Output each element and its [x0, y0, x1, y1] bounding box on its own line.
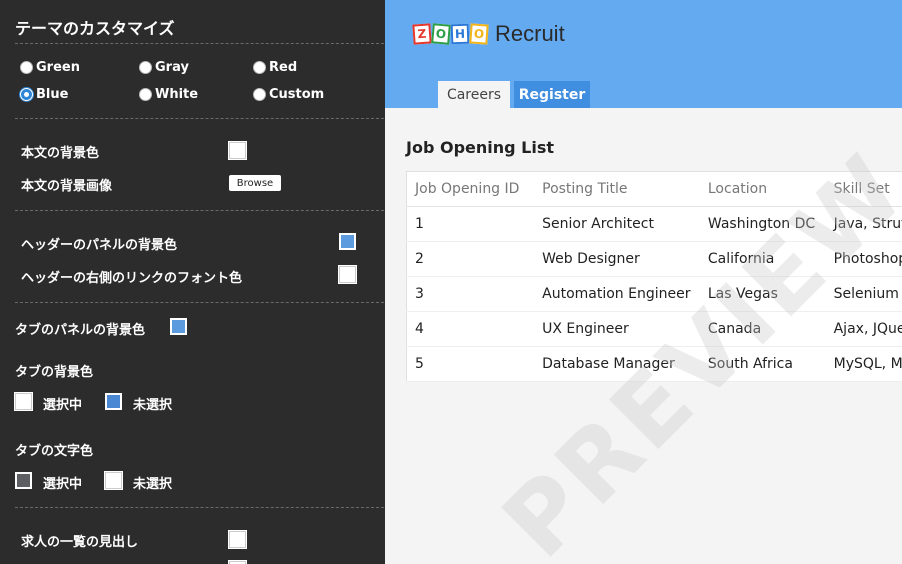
tab-text-unselected-swatch[interactable] — [104, 471, 123, 490]
table-row[interactable]: 5 Database Manager South Africa MySQL, M… — [406, 346, 902, 382]
radio-icon — [20, 61, 33, 74]
theme-radio-white[interactable]: White — [139, 87, 198, 102]
job-list-title: Job Opening List — [406, 138, 555, 157]
cell-title: Database Manager — [534, 346, 700, 382]
tab-text-selected-label: 選択中 — [43, 477, 83, 492]
radio-checked-icon — [20, 88, 33, 101]
tab-panel-bg-label: タブのパネルの背景色 — [15, 323, 146, 338]
cell-skills: Ajax, JQuery — [825, 311, 902, 347]
cell-id: 5 — [406, 346, 535, 382]
divider — [15, 507, 384, 508]
divider — [15, 118, 384, 119]
cell-location: Canada — [699, 311, 826, 347]
tab-bg-unselected-swatch[interactable] — [105, 393, 122, 410]
radio-icon — [253, 61, 266, 74]
table-row[interactable]: 1 Senior Architect Washington DC Java, S… — [406, 206, 902, 242]
theme-preview: Z O H O Recruit Careers Register Job Ope… — [385, 0, 902, 564]
cell-skills: MySQL, MS — [825, 346, 902, 382]
logo-tile: H — [450, 23, 470, 45]
job-list-heading-swatch[interactable] — [228, 530, 247, 549]
job-opening-table: Job Opening ID Posting Title Location Sk… — [406, 171, 902, 382]
cell-id: 1 — [406, 206, 535, 242]
tab-bg-heading: タブの背景色 — [15, 365, 94, 380]
cell-id: 3 — [406, 276, 535, 312]
cell-title: Web Designer — [534, 241, 700, 277]
column-header: Skill Set — [825, 171, 902, 207]
theme-radio-green[interactable]: Green — [20, 60, 80, 75]
theme-radio-blue[interactable]: Blue — [20, 87, 68, 102]
tab-bg-selected-label: 選択中 — [43, 398, 83, 413]
tab-register[interactable]: Register — [514, 81, 590, 108]
cell-title: UX Engineer — [534, 311, 700, 347]
zoho-recruit-logo: Z O H O Recruit — [412, 21, 565, 47]
tab-bg-selected-swatch[interactable] — [14, 392, 33, 411]
table-row[interactable]: 3 Automation Engineer Las Vegas Selenium — [406, 276, 902, 312]
theme-radio-gray[interactable]: Gray — [139, 60, 189, 75]
header-link-font-swatch[interactable] — [338, 265, 357, 284]
radio-icon — [139, 88, 152, 101]
radio-icon — [253, 88, 266, 101]
tab-bg-unselected-label: 未選択 — [133, 398, 173, 413]
tab-text-heading: タブの文字色 — [15, 444, 94, 459]
cell-skills: Photoshop — [825, 241, 902, 277]
header-panel-bg-swatch[interactable] — [339, 233, 356, 250]
theme-radio-custom[interactable]: Custom — [253, 87, 324, 102]
cell-skills: Selenium — [825, 276, 902, 312]
tab-text-selected-swatch[interactable] — [15, 472, 32, 489]
header-panel-bg-label: ヘッダーのパネルの背景色 — [21, 238, 178, 253]
table-row[interactable]: 2 Web Designer California Photoshop — [406, 241, 902, 277]
divider — [15, 302, 384, 303]
tab-careers[interactable]: Careers — [438, 81, 510, 108]
cell-location: South Africa — [699, 346, 826, 382]
job-list-heading-label: 求人の一覧の見出し — [21, 535, 139, 550]
divider — [15, 43, 384, 44]
logo-tile: O — [431, 23, 451, 45]
cell-id: 2 — [406, 241, 535, 277]
table-row[interactable]: 4 UX Engineer Canada Ajax, JQuery — [406, 311, 902, 347]
panel-title: テーマのカスタマイズ — [15, 19, 175, 38]
cell-location: California — [699, 241, 826, 277]
cell-skills: Java, Struts — [825, 206, 902, 242]
theme-customization-panel: テーマのカスタマイズ Green Gray Red Blue White Cus… — [0, 0, 385, 564]
logo-tile: O — [469, 23, 489, 45]
cell-location: Washington DC — [699, 206, 826, 242]
theme-radio-red[interactable]: Red — [253, 60, 297, 75]
divider — [15, 210, 384, 211]
header-link-font-label: ヘッダーの右側のリンクのフォント色 — [21, 271, 243, 286]
tab-panel-bg-swatch[interactable] — [170, 318, 187, 335]
tab-text-unselected-label: 未選択 — [133, 477, 173, 492]
body-bg-image-label: 本文の背景画像 — [21, 179, 113, 194]
column-header: Posting Title — [534, 171, 700, 207]
cell-title: Senior Architect — [534, 206, 700, 242]
body-bg-color-swatch[interactable] — [228, 141, 247, 160]
column-header: Location — [699, 171, 826, 207]
logo-tile: Z — [412, 23, 432, 45]
radio-icon — [139, 61, 152, 74]
cell-title: Automation Engineer — [534, 276, 700, 312]
column-header: Job Opening ID — [406, 171, 535, 207]
preview-header: Z O H O Recruit Careers Register — [385, 0, 902, 108]
product-name: Recruit — [495, 21, 565, 46]
cell-id: 4 — [406, 311, 535, 347]
table-header-row: Job Opening ID Posting Title Location Sk… — [406, 171, 902, 207]
body-bg-color-label: 本文の背景色 — [21, 146, 100, 161]
browse-button[interactable]: Browse — [229, 175, 281, 191]
cell-location: Las Vegas — [699, 276, 826, 312]
